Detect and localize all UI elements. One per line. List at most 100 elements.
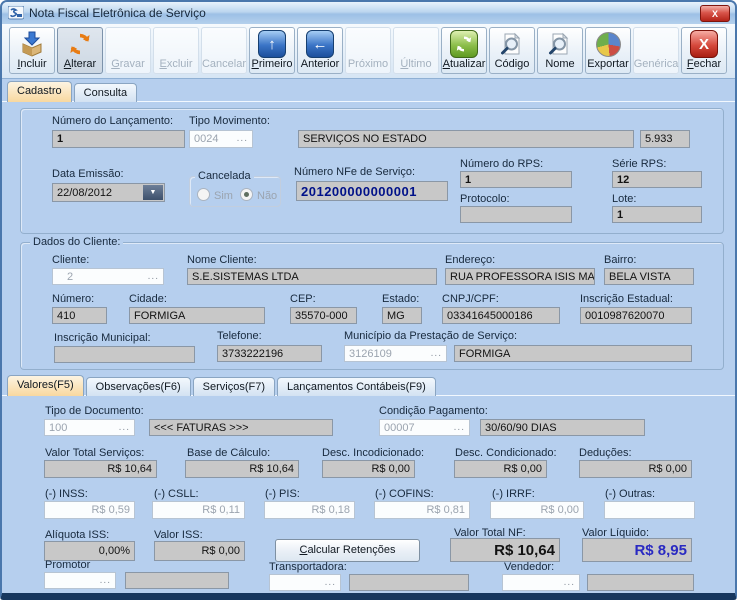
cnpj-label: CNPJ/CPF: (442, 293, 499, 305)
ellipsis-icon[interactable]: ... (148, 274, 159, 280)
lote-field[interactable]: 1 (612, 206, 702, 223)
csll-field[interactable]: R$ 0,11 (152, 501, 245, 519)
deducoes-field[interactable]: R$ 0,00 (579, 460, 692, 478)
ellipsis-icon[interactable]: ... (454, 425, 465, 431)
nome-cliente-field[interactable]: S.E.SISTEMAS LTDA (187, 268, 437, 285)
toolbar-button-exportar[interactable]: Exportar (585, 27, 631, 74)
ellipsis-icon[interactable]: ... (100, 578, 111, 584)
cliente-label: Cliente: (52, 254, 89, 266)
toolbar-button-atualizar[interactable]: Atualizar (441, 27, 487, 74)
tab-cadastro[interactable]: Cadastro (7, 81, 72, 102)
inss-field[interactable]: R$ 0,59 (44, 501, 135, 519)
titlebar[interactable]: Nota Fiscal Eletrônica de Serviço X (2, 2, 735, 25)
ellipsis-icon[interactable]: ... (431, 351, 442, 357)
tipo-documento-name-field: <<< FATURAS >>> (149, 419, 333, 436)
ellipsis-icon[interactable]: ... (325, 580, 336, 586)
desc-condicionado-field[interactable]: R$ 0,00 (454, 460, 547, 478)
toolbar-button-nome[interactable]: Nome (537, 27, 583, 74)
desc-incondicionado-label: Desc. Incodicionado: (322, 447, 424, 459)
toolbar-button-codigo[interactable]: Código (489, 27, 535, 74)
data-emissao-dropdown[interactable]: 22/08/2012 ▼ (52, 183, 165, 202)
cep-field[interactable]: 35570-000 (290, 307, 357, 324)
numero-label: Número: (52, 293, 94, 305)
bairro-field[interactable]: BELA VISTA (604, 268, 694, 285)
transportadora-code-field[interactable]: ... (269, 574, 341, 591)
tipo-movimento-code-field[interactable]: 0024... (189, 130, 253, 148)
estado-field[interactable]: MG (382, 307, 422, 324)
bairro-label: Bairro: (604, 254, 636, 266)
tipo-documento-code-field[interactable]: 100... (44, 419, 135, 436)
numero-field[interactable]: 410 (52, 307, 107, 324)
radio-nao-circle (240, 188, 253, 201)
window-close-button[interactable]: X (700, 5, 730, 22)
promotor-code-field[interactable]: ... (44, 572, 116, 589)
valor-iss-label: Valor ISS: (154, 529, 203, 541)
calcular-retencoes-button[interactable]: Calcular Retenções (275, 539, 420, 562)
toolbar-button-gravar: Gravar (105, 27, 151, 74)
valor-total-servicos-field[interactable]: R$ 10,64 (44, 460, 157, 478)
protocolo-label: Protocolo: (460, 193, 510, 205)
tab-lancamentos-contabeis-f9[interactable]: Lançamentos Contábeis(F9) (277, 377, 436, 396)
municipio-prestacao-label: Município da Prestação de Serviço: (344, 330, 517, 342)
transportadora-name-field (349, 574, 469, 591)
tab-observacoes-f6[interactable]: Observações(F6) (86, 377, 191, 396)
numero-lancamento-field[interactable]: 1 (52, 130, 185, 148)
radio-nao: Não (240, 186, 277, 204)
numero-rps-field[interactable]: 1 (460, 171, 572, 188)
tipo-movimento-code2-field: 5.933 (640, 130, 690, 148)
protocolo-field[interactable] (460, 206, 572, 223)
tab-servicos-f7[interactable]: Serviços(F7) (193, 377, 275, 396)
valor-iss-field[interactable]: R$ 0,00 (154, 541, 245, 561)
municipio-prestacao-code-field[interactable]: 3126109... (344, 345, 447, 362)
condicao-pagamento-label: Condição Pagamento: (379, 405, 488, 417)
promotor-name-field (125, 572, 229, 589)
tab-valores-f5[interactable]: Valores(F5) (7, 375, 84, 396)
tab-consulta[interactable]: Consulta (74, 83, 137, 102)
inscricao-municipal-label: Inscrição Municipal: (54, 332, 151, 344)
cidade-field[interactable]: FORMIGA (129, 307, 265, 324)
desc-incondicionado-field[interactable]: R$ 0,00 (322, 460, 415, 478)
inscricao-estadual-field[interactable]: 0010987620070 (580, 307, 692, 324)
irrf-field[interactable]: R$ 0,00 (490, 501, 584, 519)
valor-total-servicos-label: Valor Total Serviços: (45, 447, 144, 459)
condicao-pagamento-code-field[interactable]: 00007... (379, 419, 470, 436)
promotor-label: Promotor (45, 559, 90, 571)
search-icon (548, 30, 572, 58)
cliente-code-field[interactable]: 2... (52, 268, 164, 285)
toolbar-button-primeiro[interactable]: ↑ Primeiro (249, 27, 295, 74)
app-window: Nota Fiscal Eletrônica de Serviço X Incl… (0, 0, 737, 600)
condicao-pagamento-name-field: 30/60/90 DIAS (480, 419, 645, 436)
edit-refresh-icon (68, 30, 92, 58)
cnpj-field[interactable]: 03341645000186 (442, 307, 560, 324)
data-emissao-label: Data Emissão: (52, 168, 124, 180)
numero-nfe-field[interactable]: 201200000000001 (296, 181, 448, 201)
serie-rps-field[interactable]: 12 (612, 171, 702, 188)
vendedor-code-field[interactable]: ... (502, 574, 580, 591)
endereco-field[interactable]: RUA PROFESSORA ISIS MARIA F (445, 268, 595, 285)
telefone-field[interactable]: 3733222196 (217, 345, 322, 362)
ellipsis-icon[interactable]: ... (564, 580, 575, 586)
ellipsis-icon[interactable]: ... (237, 136, 248, 142)
toolbar-button-anterior[interactable]: ← Anterior (297, 27, 343, 74)
cofins-field[interactable]: R$ 0,81 (374, 501, 470, 519)
search-icon (500, 30, 524, 58)
ellipsis-icon[interactable]: ... (119, 425, 130, 431)
toolbar-button-ultimo: Último (393, 27, 439, 74)
toolbar-button-fechar[interactable]: X Fechar (681, 27, 727, 74)
base-calculo-field[interactable]: R$ 10,64 (185, 460, 299, 478)
municipio-prestacao-name-field: FORMIGA (454, 345, 692, 362)
outras-field[interactable] (604, 501, 695, 519)
pis-field[interactable]: R$ 0,18 (264, 501, 355, 519)
chevron-down-icon[interactable]: ▼ (143, 185, 163, 200)
outras-label: (-) Outras: (605, 488, 655, 500)
aliquota-iss-field[interactable]: 0,00% (44, 541, 135, 561)
toolbar-button-incluir[interactable]: Incluir (9, 27, 55, 74)
toolbar-button-proximo: Próximo (345, 27, 391, 74)
cep-label: CEP: (290, 293, 316, 305)
csll-label: (-) CSLL: (154, 488, 199, 500)
inscricao-municipal-field[interactable] (54, 346, 195, 363)
toolbar-button-alterar[interactable]: Alterar (57, 27, 103, 74)
cidade-label: Cidade: (129, 293, 167, 305)
pis-label: (-) PIS: (265, 488, 300, 500)
tipo-movimento-label: Tipo Movimento: (189, 115, 270, 127)
